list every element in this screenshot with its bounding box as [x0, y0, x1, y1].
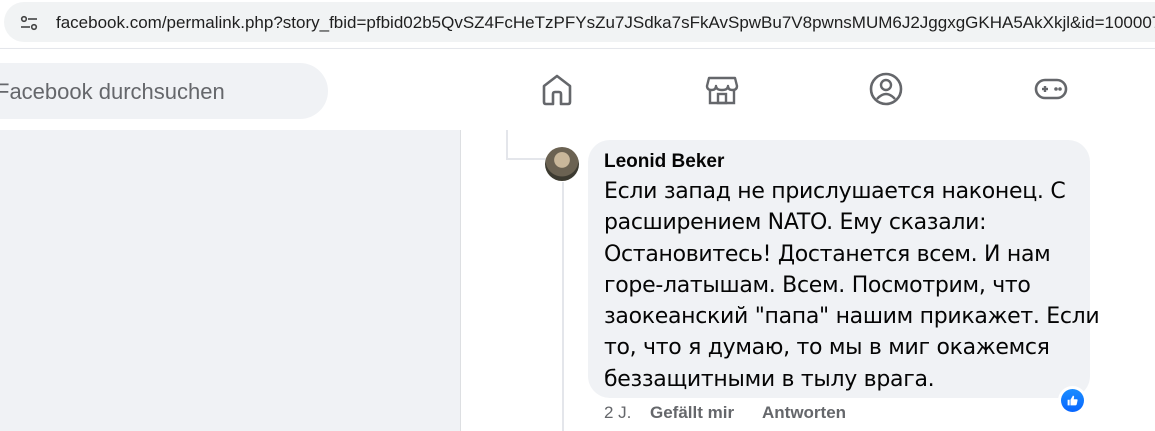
- comment-line: заокеанский "папа" нашим прикажет. Если: [604, 304, 1100, 330]
- address-bar[interactable]: facebook.com/permalink.php?story_fbid=pf…: [4, 2, 1155, 42]
- like-button[interactable]: Gefällt mir: [650, 403, 734, 423]
- avatar[interactable]: [545, 147, 579, 181]
- reply-button[interactable]: Antworten: [762, 403, 846, 423]
- like-reaction-icon: [1061, 389, 1084, 412]
- comment-line: расширением NATO. Ему сказали:: [604, 210, 987, 236]
- left-column: [0, 130, 460, 431]
- comment-line: то, что я думаю, то мы в миг окажемся: [604, 335, 1050, 361]
- url-text[interactable]: facebook.com/permalink.php?story_fbid=pf…: [56, 13, 1155, 33]
- comment-line: Остановитесь! Достанется всем. И нам: [604, 241, 1051, 267]
- site-info-icon[interactable]: [20, 14, 38, 32]
- home-icon[interactable]: [539, 71, 575, 107]
- comment-line: горе-латышам. Всем. Посмотрим, что: [604, 272, 1031, 298]
- gaming-icon[interactable]: [1033, 71, 1069, 107]
- thread-connector: [506, 130, 508, 160]
- search-input[interactable]: Facebook durchsuchen: [0, 79, 225, 105]
- comment-author[interactable]: Leonid Beker: [604, 151, 724, 173]
- browser-toolbar: facebook.com/permalink.php?story_fbid=pf…: [0, 0, 1155, 48]
- comment-line: Если запад не прислушается наконец. С: [604, 179, 1066, 204]
- facebook-header: Facebook durchsuchen: [0, 48, 1155, 130]
- thread-connector: [562, 182, 564, 431]
- search-box[interactable]: Facebook durchsuchen: [0, 63, 328, 119]
- comment-timestamp[interactable]: 2 J.: [604, 403, 631, 423]
- thread-connector: [506, 158, 546, 160]
- comment-line: беззащитными в тылу врага.: [604, 366, 935, 392]
- like-reaction-badge[interactable]: [1058, 386, 1087, 415]
- groups-icon[interactable]: [868, 71, 904, 107]
- marketplace-icon[interactable]: [704, 71, 740, 107]
- comment-text: Если запад не прислушается наконец. С ра…: [604, 176, 1100, 395]
